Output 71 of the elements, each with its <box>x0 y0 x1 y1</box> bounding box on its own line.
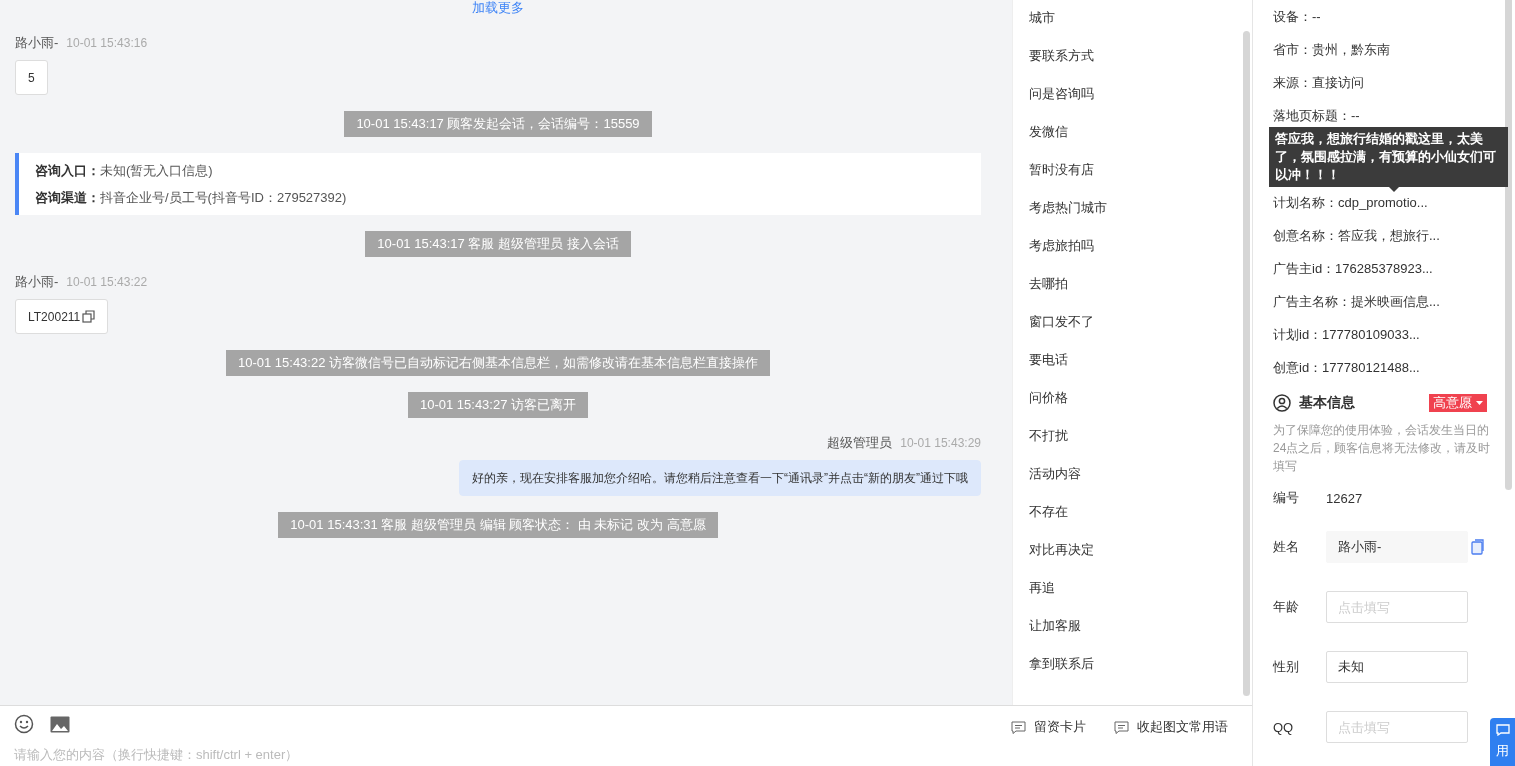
field-label: 年龄 <box>1273 598 1300 616</box>
info-row: 创意id：177780121488... <box>1273 360 1420 375</box>
message-icon[interactable] <box>1011 720 1026 734</box>
field-label: 性别 <box>1273 658 1300 676</box>
source-value: 抖音企业号/员工号(抖音号ID：279527392) <box>100 190 347 205</box>
phrase-item[interactable]: 去哪拍 <box>1029 276 1068 291</box>
sender-name: 路小雨- <box>15 34 59 52</box>
info-row: 落地页标题：-- <box>1273 108 1360 123</box>
message-time: 10-01 15:43:22 <box>66 275 148 289</box>
info-row: 省市：贵州，黔东南 <box>1273 42 1390 57</box>
info-row: 来源：直接访问 <box>1273 75 1364 90</box>
system-notice: 10-01 15:43:17 客服 超级管理员 接入会话 <box>365 231 631 257</box>
phrase-item[interactable]: 考虑旅拍吗 <box>1029 238 1094 253</box>
info-row: 计划id：177780109033... <box>1273 327 1420 342</box>
phrase-item[interactable]: 问价格 <box>1029 390 1068 405</box>
intent-dropdown[interactable]: 高意愿 <box>1429 394 1487 412</box>
scrollbar[interactable] <box>1243 31 1250 696</box>
action-link[interactable]: 留资卡片 <box>1034 718 1086 736</box>
field-label: QQ <box>1273 719 1295 735</box>
system-notice: 10-01 15:43:22 访客微信号已自动标记右侧基本信息栏，如需修改请在基本信息栏直接操作 <box>225 350 771 376</box>
info-row: 广告主id：176285378923... <box>1273 261 1433 276</box>
hint-text: 为了保障您的使用体验，会话发生当日的24点之后，顾客信息将无法修改，请及时填写 <box>1273 422 1491 475</box>
system-notice: 10-01 15:43:31 客服 超级管理员 编辑 顾客状态： 由 未标记 改为 高意愿 <box>278 512 718 538</box>
field-label: 姓名 <box>1273 538 1300 556</box>
source-label: 咨询入口： <box>35 163 100 178</box>
source-value: 未知(暂无入口信息) <box>100 163 213 178</box>
phrase-item[interactable]: 让加客服 <box>1029 618 1081 633</box>
floating-button[interactable]: 用 <box>1490 718 1515 766</box>
section-title: 基本信息 <box>1299 394 1356 412</box>
load-more-link[interactable]: 加载更多 <box>15 0 981 16</box>
info-row: 创意名称：答应我，想旅行... <box>1273 228 1440 243</box>
info-row: 计划名称：cdp_promotio... <box>1273 195 1428 210</box>
message-time: 10-01 15:43:16 <box>66 36 148 50</box>
scrollbar[interactable] <box>1505 0 1512 490</box>
source-label: 咨询渠道： <box>35 190 100 205</box>
system-notice: 10-01 15:43:17 顾客发起会话，会话编号：15559 <box>344 111 652 137</box>
user-icon <box>1273 394 1291 412</box>
phrase-item[interactable]: 发微信 <box>1029 124 1068 139</box>
chat-icon <box>1495 724 1510 736</box>
phrase-item[interactable]: 不存在 <box>1029 504 1068 519</box>
info-row: 设备：-- <box>1273 9 1321 24</box>
sender-name: 超级管理员 <box>827 434 893 452</box>
tooltip: 答应我，想旅行结婚的戳这里，太美了，氛围感拉满，有预算的小仙女们可以冲！！！ <box>1269 127 1508 187</box>
phrase-item[interactable]: 对比再决定 <box>1029 542 1094 557</box>
copy-icon[interactable] <box>82 310 96 323</box>
emoji-icon[interactable] <box>14 714 34 734</box>
caret-icon <box>1476 401 1483 405</box>
info-row: 广告主名称：提米映画信息... <box>1273 294 1440 309</box>
field-value: 12627 <box>1326 490 1363 506</box>
phrase-item[interactable]: 考虑热门城市 <box>1029 200 1107 215</box>
field-label: 编号 <box>1273 489 1300 507</box>
phrase-item[interactable]: 要联系方式 <box>1029 48 1094 63</box>
phrase-item[interactable]: 城市 <box>1029 10 1055 25</box>
phrase-item[interactable]: 暂时没有店 <box>1029 162 1094 177</box>
phrase-item[interactable]: 不打扰 <box>1029 428 1068 443</box>
input-field[interactable]: 未知 <box>1326 651 1468 683</box>
phrase-item[interactable]: 活动内容 <box>1029 466 1081 481</box>
phrase-item[interactable]: 要电话 <box>1029 352 1068 367</box>
phrase-item[interactable]: 问是咨询吗 <box>1029 86 1094 101</box>
phrase-item[interactable]: 再追 <box>1029 580 1055 595</box>
message-icon[interactable] <box>1114 720 1129 734</box>
message-bubble: 好的亲，现在安排客服加您介绍哈。请您稍后注意查看一下“通讯录”并点击“新的朋友”通过下哦 <box>459 460 981 496</box>
image-icon[interactable] <box>50 715 70 733</box>
action-link[interactable]: 收起图文常用语 <box>1137 718 1228 736</box>
message-time: 10-01 15:43:29 <box>900 436 981 450</box>
system-notice: 10-01 15:43:27 访客已离开 <box>407 392 589 418</box>
message-bubble: 5 <box>15 60 48 95</box>
phrase-item[interactable]: 拿到联系后 <box>1029 656 1094 671</box>
phrase-item[interactable]: 窗口发不了 <box>1029 314 1094 329</box>
sender-name: 路小雨- <box>15 273 59 291</box>
message-bubble: LT200211 <box>15 299 109 334</box>
